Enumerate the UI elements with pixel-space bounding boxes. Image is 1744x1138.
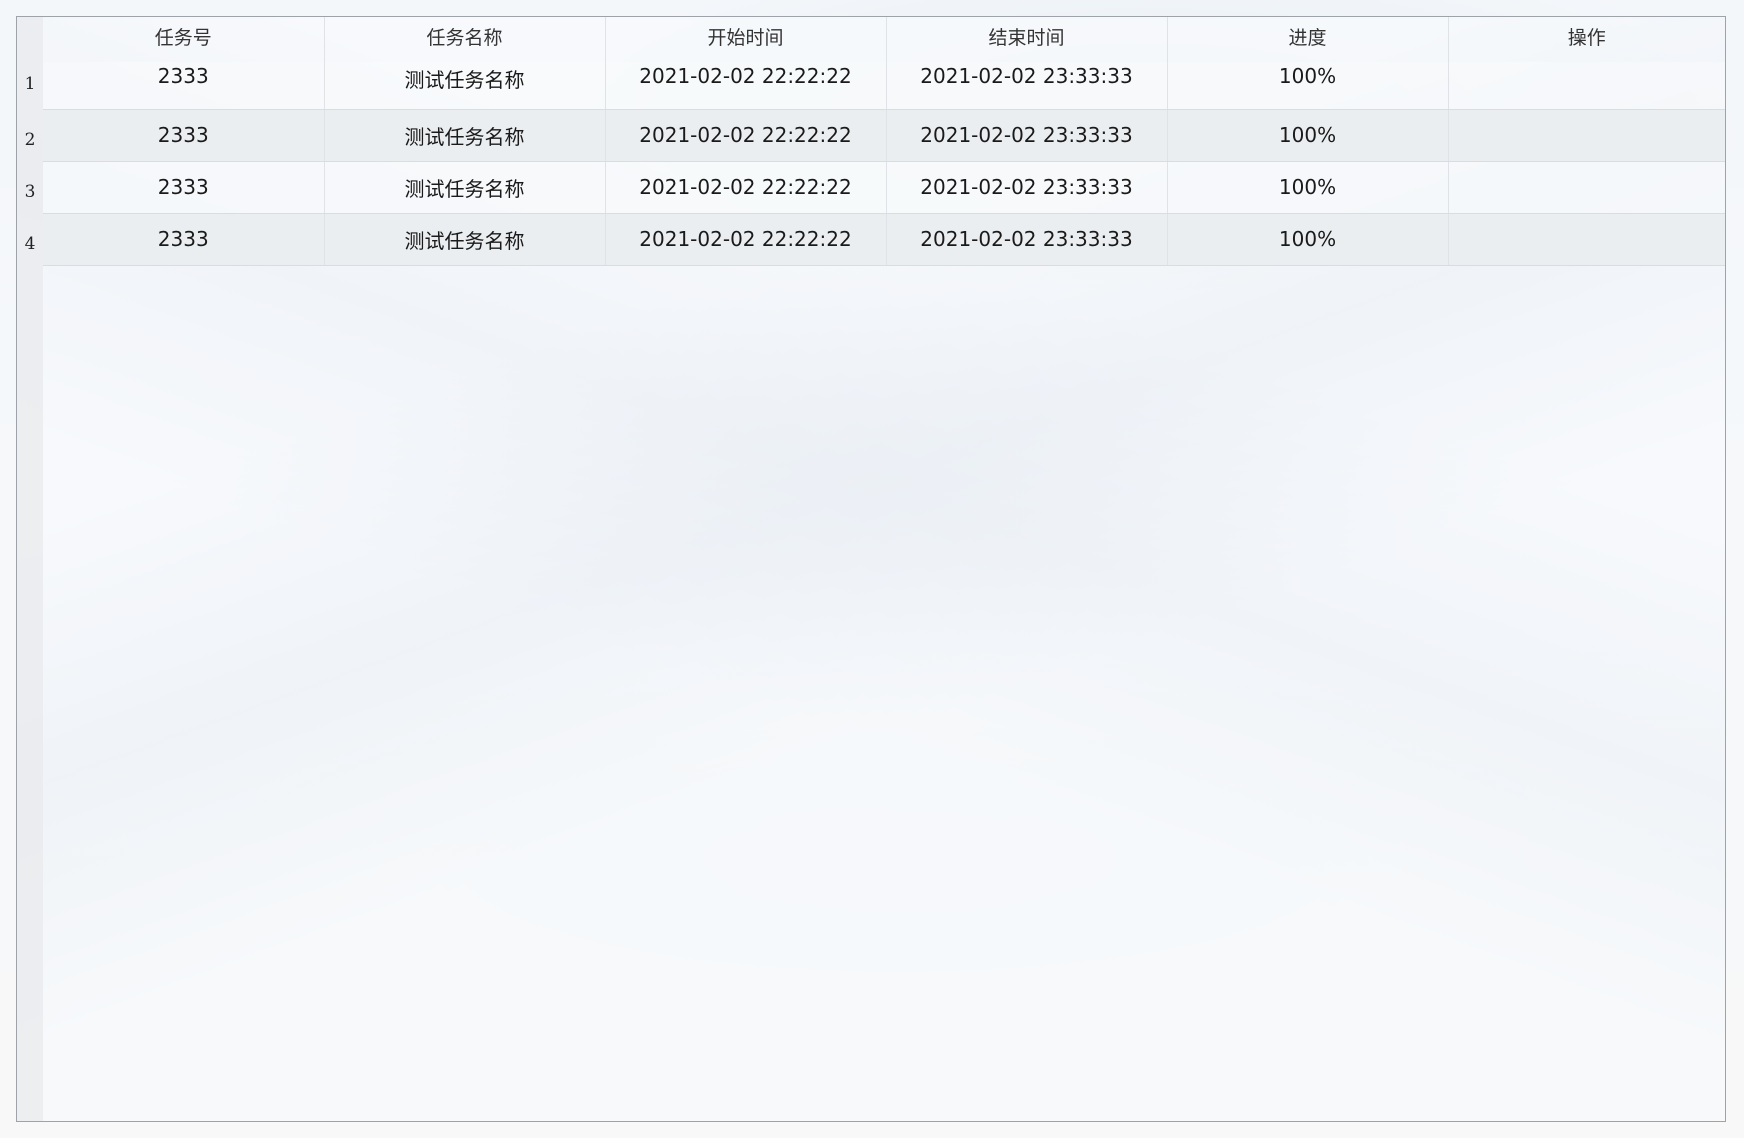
cell-progress[interactable]: 100% [1167,62,1449,110]
cell-end-time[interactable]: 2021-02-02 23:33:33 [886,161,1168,214]
cell-end-time[interactable]: 2021-02-02 23:33:33 [886,109,1168,162]
cell-start-time[interactable]: 2021-02-02 22:22:22 [605,213,887,266]
column-header-actions[interactable]: 操作 [1448,17,1725,62]
row-number: 2 [24,130,36,150]
cell-task-id[interactable]: 2333 [43,62,325,110]
row-number: 1 [24,74,36,94]
table-row[interactable]: 2 2333 测试任务名称 2021-02-02 22:22:22 2021-0… [17,109,1725,162]
cell-task-name[interactable]: 测试任务名称 [324,62,606,110]
cell-task-id[interactable]: 2333 [43,213,325,266]
row-number: 4 [24,234,36,254]
column-header-progress[interactable]: 进度 [1167,17,1449,62]
cell-task-name[interactable]: 测试任务名称 [324,109,606,162]
table-row[interactable]: 4 2333 测试任务名称 2021-02-02 22:22:22 2021-0… [17,213,1725,266]
column-header-task-id[interactable]: 任务号 [43,17,325,62]
column-header-end-time[interactable]: 结束时间 [886,17,1168,62]
cell-end-time[interactable]: 2021-02-02 23:33:33 [886,62,1168,110]
cell-start-time[interactable]: 2021-02-02 22:22:22 [605,109,887,162]
task-table-panel: 任务号 任务名称 开始时间 结束时间 进度 操作 1 2333 测试任务名称 2… [16,16,1726,1122]
cell-task-name[interactable]: 测试任务名称 [324,161,606,214]
cell-start-time[interactable]: 2021-02-02 22:22:22 [605,62,887,110]
cell-actions[interactable] [1448,62,1725,110]
cell-progress[interactable]: 100% [1167,213,1449,266]
cell-progress[interactable]: 100% [1167,109,1449,162]
row-number: 3 [24,182,36,202]
table-header-row: 任务号 任务名称 开始时间 结束时间 进度 操作 [17,17,1725,62]
cell-actions[interactable] [1448,109,1725,162]
column-header-start-time[interactable]: 开始时间 [605,17,887,62]
cell-task-name[interactable]: 测试任务名称 [324,213,606,266]
cell-actions[interactable] [1448,213,1725,266]
column-header-task-name[interactable]: 任务名称 [324,17,606,62]
cell-start-time[interactable]: 2021-02-02 22:22:22 [605,161,887,214]
cell-actions[interactable] [1448,161,1725,214]
row-number-header [17,17,43,62]
cell-task-id[interactable]: 2333 [43,109,325,162]
task-table: 任务号 任务名称 开始时间 结束时间 进度 操作 1 2333 测试任务名称 2… [17,17,1725,266]
table-row[interactable]: 3 2333 测试任务名称 2021-02-02 22:22:22 2021-0… [17,161,1725,214]
cell-task-id[interactable]: 2333 [43,161,325,214]
cell-progress[interactable]: 100% [1167,161,1449,214]
table-row[interactable]: 1 2333 测试任务名称 2021-02-02 22:22:22 2021-0… [17,62,1725,110]
cell-end-time[interactable]: 2021-02-02 23:33:33 [886,213,1168,266]
